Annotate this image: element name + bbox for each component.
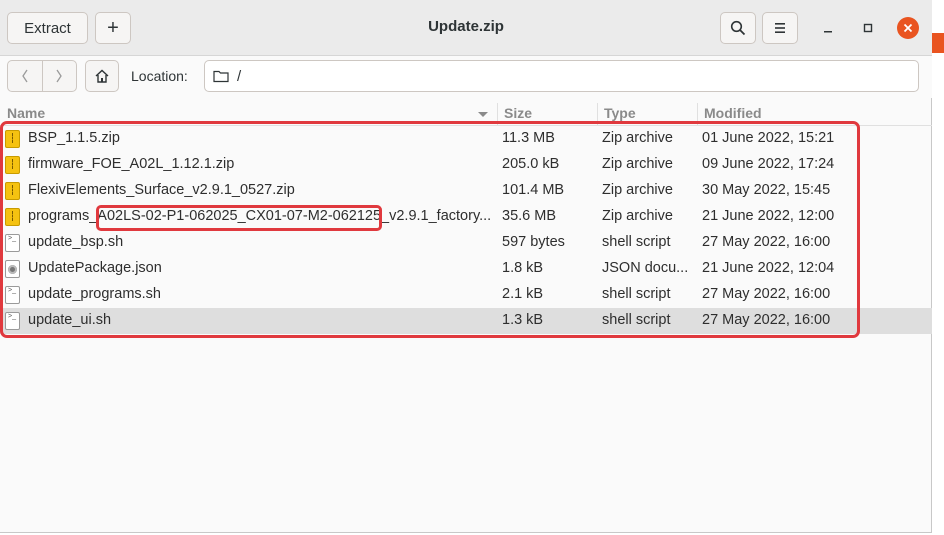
folder-icon	[213, 70, 229, 83]
file-row[interactable]: FlexivElements_Surface_v2.9.1_0527.zip 1…	[0, 178, 932, 204]
file-row[interactable]: BSP_1.1.5.zip 11.3 MB Zip archive 01 Jun…	[0, 126, 932, 152]
shell-script-icon: >_	[5, 234, 20, 252]
header-bar: Extract + Update.zip	[0, 0, 932, 56]
file-modified: 27 May 2022, 16:00	[702, 312, 831, 328]
file-size: 35.6 MB	[502, 208, 556, 224]
back-button[interactable]	[8, 61, 43, 91]
zip-archive-icon	[5, 182, 20, 200]
file-name: BSP_1.1.5.zip	[28, 130, 120, 146]
shell-script-icon: >_	[5, 312, 20, 330]
location-bar: Location: /	[0, 56, 932, 98]
json-document-icon	[5, 260, 20, 278]
maximize-button[interactable]	[858, 18, 878, 38]
sort-descending-icon	[478, 112, 488, 117]
file-type: Zip archive	[602, 156, 673, 172]
column-name[interactable]: Name	[7, 105, 45, 121]
file-row[interactable]: firmware_FOE_A02L_1.12.1.zip 205.0 kB Zi…	[0, 152, 932, 178]
home-button[interactable]	[85, 60, 119, 92]
file-list: BSP_1.1.5.zip 11.3 MB Zip archive 01 Jun…	[0, 126, 932, 334]
column-separator[interactable]	[497, 103, 498, 125]
location-label: Location:	[131, 68, 188, 84]
column-type[interactable]: Type	[604, 105, 636, 121]
file-name: FlexivElements_Surface_v2.9.1_0527.zip	[28, 182, 295, 198]
file-size: 1.8 kB	[502, 260, 544, 276]
zip-archive-icon	[5, 130, 20, 148]
column-separator[interactable]	[597, 103, 598, 125]
file-size: 1.3 kB	[502, 312, 544, 328]
file-name: update_bsp.sh	[28, 234, 124, 250]
file-size: 101.4 MB	[502, 182, 565, 198]
file-type: shell script	[602, 312, 671, 328]
file-modified: 01 June 2022, 15:21	[702, 130, 835, 146]
file-modified: 27 May 2022, 16:00	[702, 234, 831, 250]
minimize-icon	[824, 31, 832, 33]
file-modified: 21 June 2022, 12:04	[702, 260, 835, 276]
file-size: 11.3 MB	[502, 130, 555, 146]
minimize-button[interactable]	[818, 18, 838, 38]
search-button[interactable]	[720, 12, 756, 44]
file-type: Zip archive	[602, 130, 673, 146]
chevron-left-icon	[21, 69, 28, 83]
background-window-edge	[932, 33, 944, 53]
navigation-buttons	[7, 60, 77, 92]
file-modified: 09 June 2022, 17:24	[702, 156, 835, 172]
file-size: 205.0 kB	[502, 156, 560, 172]
column-header: Name Size Type Modified	[0, 103, 932, 126]
archive-manager-window: Extract + Update.zip Location: / Name Si…	[0, 0, 932, 533]
file-name: firmware_FOE_A02L_1.12.1.zip	[28, 156, 235, 172]
file-row[interactable]: >_ update_bsp.sh 597 bytes shell script …	[0, 230, 932, 256]
file-type: shell script	[602, 286, 671, 302]
file-name: UpdatePackage.json	[28, 260, 162, 276]
home-icon	[95, 69, 109, 83]
file-type: JSON docu...	[602, 260, 689, 276]
file-row[interactable]: UpdatePackage.json 1.8 kB JSON docu... 2…	[0, 256, 932, 282]
file-type: Zip archive	[602, 182, 673, 198]
file-name: update_ui.sh	[28, 312, 112, 328]
shell-script-icon: >_	[5, 286, 20, 304]
file-row[interactable]: programs_A02LS-02-P1-062025_CX01-07-M2-0…	[0, 204, 932, 230]
file-modified: 30 May 2022, 15:45	[702, 182, 831, 198]
zip-archive-icon	[5, 208, 20, 226]
file-row[interactable]: >_ update_programs.sh 2.1 kB shell scrip…	[0, 282, 932, 308]
hamburger-icon	[775, 23, 785, 33]
close-icon	[903, 23, 913, 33]
file-size: 2.1 kB	[502, 286, 544, 302]
file-type: shell script	[602, 234, 671, 250]
column-modified[interactable]: Modified	[704, 105, 762, 121]
file-size: 597 bytes	[502, 234, 565, 250]
file-name: update_programs.sh	[28, 286, 161, 302]
forward-button[interactable]	[43, 61, 77, 91]
file-row-selected[interactable]: >_ update_ui.sh 1.3 kB shell script 27 M…	[0, 308, 932, 334]
zip-archive-icon	[5, 156, 20, 174]
file-name: programs_A02LS-02-P1-062025_CX01-07-M2-0…	[28, 208, 492, 224]
location-field[interactable]: /	[204, 60, 919, 92]
file-modified: 21 June 2022, 12:00	[702, 208, 835, 224]
maximize-icon	[863, 23, 873, 33]
menu-button[interactable]	[762, 12, 798, 44]
chevron-right-icon	[56, 69, 63, 83]
close-button[interactable]	[897, 17, 919, 39]
file-type: Zip archive	[602, 208, 673, 224]
file-modified: 27 May 2022, 16:00	[702, 286, 831, 302]
column-separator[interactable]	[697, 103, 698, 125]
column-size[interactable]: Size	[504, 105, 532, 121]
search-icon	[730, 20, 746, 36]
location-path: /	[237, 67, 242, 85]
